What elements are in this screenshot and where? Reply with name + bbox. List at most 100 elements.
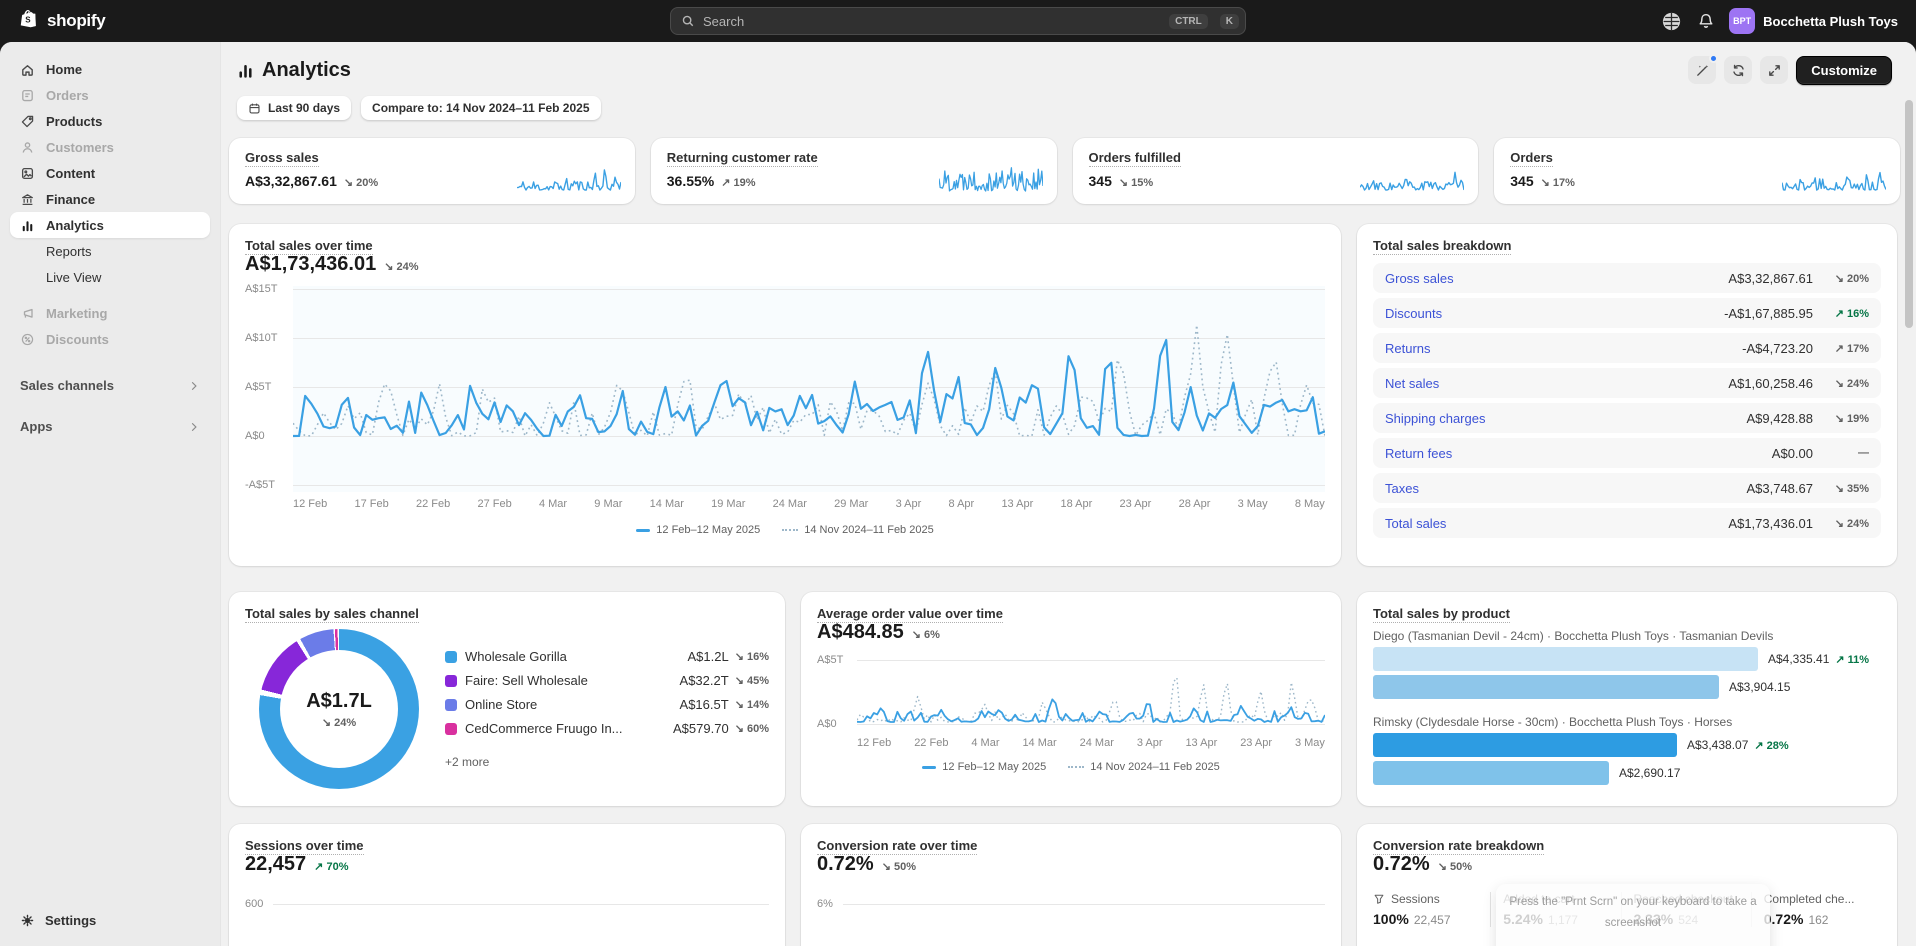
breakdown-row: Returns -A$4,723.20 ↗ 17% — [1373, 333, 1881, 363]
product-label: Rimsky (Clydesdale Horse - 30cm) · Bocch… — [1373, 715, 1881, 729]
sidebar-item-home[interactable]: Home — [10, 56, 210, 82]
finance-bank-icon — [20, 191, 36, 207]
product-bar-row: A$4,335.41 ↗ 11% — [1373, 647, 1881, 671]
more-channels-link[interactable]: +2 more — [445, 755, 769, 769]
chart-legend: 12 Feb–12 May 2025 14 Nov 2024–11 Feb 20… — [245, 524, 1325, 536]
sidebar-item-label: Marketing — [46, 306, 107, 321]
sidebar-item-settings[interactable]: Settings — [10, 906, 210, 934]
sidekick-icon[interactable] — [1660, 10, 1683, 33]
sparkline-chart — [939, 164, 1043, 194]
channel-legend-item: Faire: Sell Wholesale A$32.2T ↘ 45% — [445, 673, 769, 688]
kpi-card-gross-sales[interactable]: Gross sales A$3,32,867.61 ↘ 20% — [229, 138, 635, 204]
comparison-bar[interactable] — [1373, 761, 1609, 785]
total-sales-value: A$1,73,436.01 ↘ 24% — [245, 253, 1325, 276]
channel-legend-item: Wholesale Gorilla A$1.2L ↘ 16% — [445, 649, 769, 664]
sidebar-item-label: Products — [46, 114, 102, 129]
sidebar-item-label: Live View — [46, 270, 101, 285]
date-range-button[interactable]: Last 90 days — [237, 96, 351, 120]
section-label: Apps — [20, 419, 53, 434]
total-sales-line-chart[interactable] — [293, 286, 1325, 492]
compare-button[interactable]: Compare to: 14 Nov 2024–11 Feb 2025 — [361, 96, 600, 120]
channel-donut-chart[interactable]: A$1.7L ↘ 24% — [259, 629, 419, 789]
breakdown-link[interactable]: Shipping charges — [1385, 411, 1746, 426]
x-axis-labels: 12 Feb17 Feb 22 Feb27 Feb 4 Mar9 Mar 14 … — [293, 498, 1325, 510]
sidebar-item-content[interactable]: Content — [10, 160, 210, 186]
funnel-step-completed-checkout: Completed che... 0.72%162 — [1751, 892, 1881, 927]
breakdown-link[interactable]: Taxes — [1385, 481, 1746, 496]
svg-text:S: S — [25, 16, 31, 25]
marketing-icon — [20, 305, 36, 321]
expand-button[interactable] — [1760, 56, 1788, 84]
kpi-card-orders[interactable]: Orders 345 ↘ 17% — [1494, 138, 1900, 204]
current-bar[interactable] — [1373, 647, 1758, 671]
average-order-value-card[interactable]: Average order value over time A$484.85 ↘… — [801, 592, 1341, 806]
customers-icon — [20, 139, 36, 155]
kpi-title: Gross sales — [245, 150, 319, 167]
sidebar-item-analytics[interactable]: Analytics — [10, 212, 210, 238]
home-icon — [20, 61, 36, 77]
refresh-button[interactable] — [1724, 56, 1752, 84]
sparkline-chart — [517, 164, 621, 194]
breakdown-link[interactable]: Gross sales — [1385, 271, 1728, 286]
sidebar-item-label: Settings — [45, 913, 96, 928]
sidebar-item-label: Reports — [46, 244, 92, 259]
store-menu[interactable]: BPT Bocchetta Plush Toys — [1729, 8, 1898, 34]
sales-by-product-card[interactable]: Total sales by product Diego (Tasmanian … — [1357, 592, 1897, 806]
search-input[interactable]: Search CTRL K — [670, 7, 1246, 35]
conversion-breakdown-value: 0.72% ↘ 50% — [1373, 853, 1881, 876]
page-title: Analytics — [237, 59, 351, 82]
notifications-bell-icon[interactable] — [1697, 12, 1715, 30]
card-title: Total sales by sales channel — [245, 606, 419, 623]
sidebar-item-reports[interactable]: Reports — [10, 238, 210, 264]
legend-swatch — [445, 699, 457, 711]
topbar: S shopify Search CTRL K BPT Bocchetta Pl… — [0, 0, 1916, 42]
kpi-title: Returning customer rate — [667, 150, 818, 167]
comparison-bar[interactable] — [1373, 675, 1719, 699]
kpi-card-returning-customer-rate[interactable]: Returning customer rate 36.55% ↗ 19% — [651, 138, 1057, 204]
breakdown-link[interactable]: Discounts — [1385, 306, 1724, 321]
sales-by-channel-card[interactable]: Total sales by sales channel A$1.7L ↘ 24… — [229, 592, 785, 806]
breakdown-link[interactable]: Total sales — [1385, 516, 1728, 531]
legend-swatch — [445, 651, 457, 663]
sidebar-section-sales-channels[interactable]: Sales channels — [10, 378, 210, 393]
calendar-icon — [248, 102, 261, 115]
vertical-scrollbar[interactable] — [1905, 100, 1913, 328]
y-axis-gridline: 600 — [245, 898, 769, 910]
customize-button[interactable]: Customize — [1796, 56, 1892, 85]
breakdown-link[interactable]: Returns — [1385, 341, 1742, 356]
breakdown-row: Return fees A$0.00 — — [1373, 438, 1881, 468]
breakdown-row: Shipping charges A$9,428.88 ↘ 19% — [1373, 403, 1881, 433]
sessions-over-time-card[interactable]: Sessions over time 22,457 ↗ 70% 600 — [229, 824, 785, 946]
conversion-value: 0.72% ↘ 50% — [817, 853, 1325, 876]
sidebar-item-customers[interactable]: Customers — [10, 134, 210, 160]
current-bar[interactable] — [1373, 733, 1677, 757]
breakdown-link[interactable]: Return fees — [1385, 446, 1772, 461]
sparkline-chart — [1782, 164, 1886, 194]
total-sales-over-time-card[interactable]: Total sales over time A$1,73,436.01 ↘ 24… — [229, 224, 1341, 566]
sidebar-item-label: Home — [46, 62, 82, 77]
breakdown-link[interactable]: Net sales — [1385, 376, 1728, 391]
product-bar-row: A$3,438.07 ↗ 28% — [1373, 733, 1881, 757]
sidebar-item-products[interactable]: Products — [10, 108, 210, 134]
comparison-legend-swatch — [1068, 766, 1084, 768]
card-title: Total sales breakdown — [1373, 238, 1511, 255]
sidebar-item-orders[interactable]: Orders — [10, 82, 210, 108]
comparison-series — [857, 678, 1325, 722]
sidebar-item-live-view[interactable]: Live View — [10, 264, 210, 290]
current-series — [857, 699, 1325, 722]
breakdown-row: Taxes A$3,748.67 ↘ 35% — [1373, 473, 1881, 503]
product-bar-row: A$2,690.17 — [1373, 761, 1881, 785]
kpi-card-orders-fulfilled[interactable]: Orders fulfilled 345 ↘ 15% — [1073, 138, 1479, 204]
magic-wand-button[interactable] — [1688, 56, 1716, 84]
sidebar-item-discounts[interactable]: Discounts — [10, 326, 210, 352]
sidebar-section-apps[interactable]: Apps — [10, 419, 210, 434]
sidebar-item-finance[interactable]: Finance — [10, 186, 210, 212]
product-bar-row: A$3,904.15 — [1373, 675, 1881, 699]
kbd-ctrl: CTRL — [1169, 14, 1208, 29]
sidebar-item-marketing[interactable]: Marketing — [10, 300, 210, 326]
conversion-rate-card[interactable]: Conversion rate over time 0.72% ↘ 50% 6% — [801, 824, 1341, 946]
notification-dot — [1709, 54, 1718, 63]
shopify-wordmark: shopify — [47, 11, 105, 31]
product-label: Diego (Tasmanian Devil - 24cm) · Bocchet… — [1373, 629, 1881, 643]
aov-line-chart[interactable] — [857, 652, 1325, 732]
